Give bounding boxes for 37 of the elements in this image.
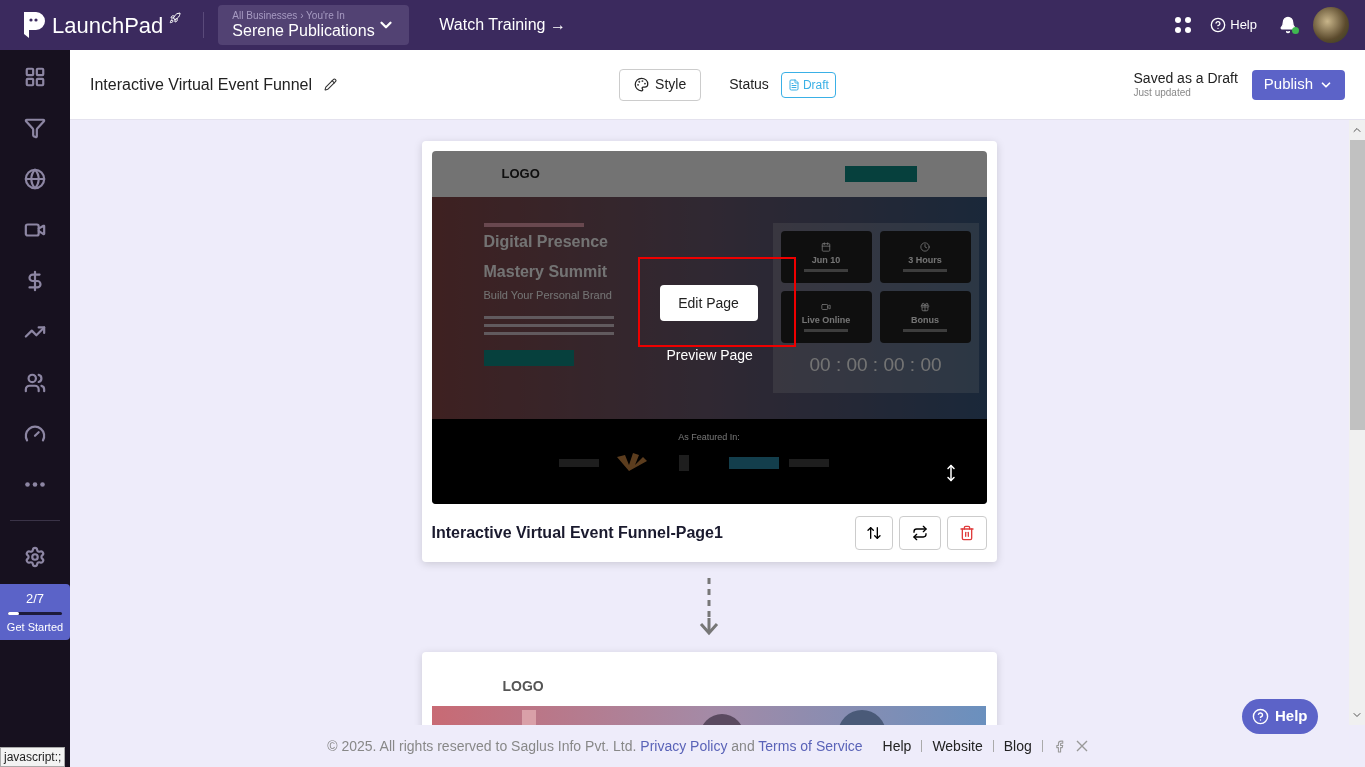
get-started-progress[interactable]: 2/7 Get Started (0, 584, 70, 640)
status-badge: Draft (780, 71, 836, 98)
business-name: Serene Publications (232, 23, 375, 39)
thumbnail-logo: LOGO (502, 677, 545, 696)
thumbnail-logo: LOGO (501, 165, 540, 184)
progress-count: 2/7 (25, 589, 45, 608)
privacy-link[interactable]: Privacy Policy (640, 737, 728, 754)
footer-link[interactable]: Website (932, 735, 983, 757)
event-headline: Digital Presence (483, 232, 608, 252)
save-state: Saved as a Draft (1133, 69, 1238, 87)
event-headline: Mastery Summit (483, 262, 608, 282)
tile-title: Jun 10 (811, 256, 841, 265)
tile-title: 3 Hours (908, 256, 942, 265)
save-time: Just updated (1133, 87, 1191, 100)
event-subtitle: Build Your Personal Brand (483, 288, 612, 303)
page-name: Interactive Virtual Event Funnel-Page1 (431, 523, 723, 543)
watch-training-link[interactable]: Watch Training → (439, 13, 566, 37)
breadcrumb-text: All Businesses › You're In (232, 11, 346, 21)
footer-link[interactable]: Help (882, 735, 912, 757)
tile-title: Bonus (911, 316, 939, 325)
featured-label: As Featured In: (678, 431, 740, 444)
help-button[interactable]: Help (1242, 699, 1318, 734)
brand-name: LaunchPad (52, 11, 164, 40)
edit-page-button[interactable]: Edit Page (659, 285, 758, 321)
status-label: Status (729, 75, 769, 94)
funnel-title: Interactive Virtual Event Funnel (90, 74, 313, 95)
preview-page-link[interactable]: Preview Page (666, 345, 753, 366)
help-link[interactable]: Help (1210, 15, 1257, 35)
footer-link[interactable]: Blog (1003, 735, 1032, 757)
status-tooltip: javascript:; (0, 747, 66, 767)
progress-label: Get Started (6, 620, 64, 635)
tile-title: Live Online (801, 316, 851, 325)
copyright-text: © 2025. All rights reserved to Saglus Info Pvt. Ltd. Privacy Policy and Terms of Service (327, 736, 863, 756)
publish-button[interactable]: Publish (1251, 69, 1345, 100)
style-button[interactable]: Style (619, 68, 702, 101)
business-switcher[interactable]: All Businesses › You're In Serene Publications (218, 5, 410, 45)
terms-link[interactable]: Terms of Service (758, 737, 863, 754)
